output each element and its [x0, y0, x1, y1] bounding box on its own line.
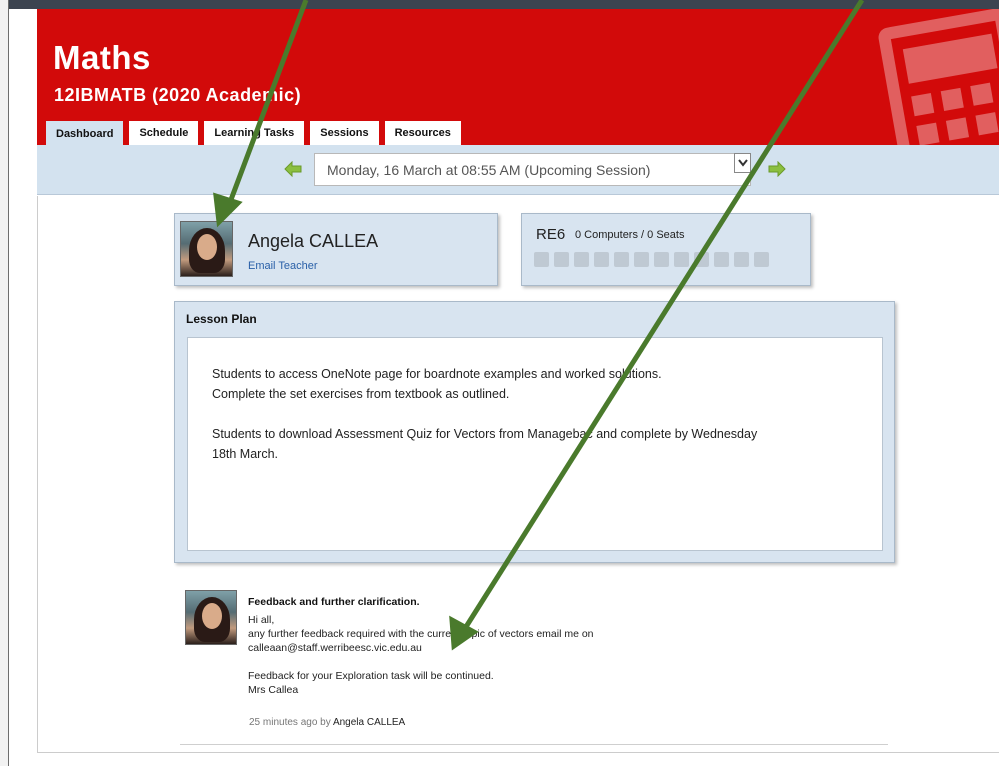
course-header: Maths 12IBMATB (2020 Academic) Dashboard…: [37, 9, 999, 145]
session-select[interactable]: Monday, 16 March at 08:55 AM (Upcoming S…: [314, 153, 751, 186]
email-teacher-link[interactable]: Email Teacher: [248, 260, 318, 272]
left-frame: [0, 0, 9, 766]
course-tabs: Dashboard Schedule Learning Tasks Sessio…: [46, 120, 461, 145]
session-nav-bar: Monday, 16 March at 08:55 AM (Upcoming S…: [37, 145, 999, 195]
camera-icon: [714, 252, 729, 267]
wheelchair-icon: [734, 252, 749, 267]
lesson-line: 18th March.: [212, 447, 279, 461]
feedback-line: [248, 655, 868, 669]
globe-icon: [634, 252, 649, 267]
feedback-line: Hi all,: [248, 614, 275, 626]
lesson-plan-panel: Lesson Plan Students to access OneNote p…: [174, 301, 895, 563]
feedback-meta: 25 minutes ago by Angela CALLEA: [249, 717, 405, 728]
author-avatar: [185, 590, 237, 645]
calculator-icon: [876, 9, 999, 145]
pen-icon: [594, 252, 609, 267]
room-code: RE6: [536, 226, 566, 243]
feedback-post: Feedback and further clarification. Hi a…: [185, 590, 890, 744]
tab-learning-tasks[interactable]: Learning Tasks: [204, 120, 305, 145]
moon-icon: [674, 252, 689, 267]
lesson-plan-heading: Lesson Plan: [186, 312, 257, 326]
teacher-card: Angela CALLEA Email Teacher: [174, 213, 498, 286]
lesson-line: Complete the set exercises from textbook…: [212, 387, 510, 401]
help-icon: [754, 252, 769, 267]
feedback-line: any further feedback required with the c…: [248, 628, 594, 640]
feedback-title: Feedback and further clarification.: [248, 596, 420, 608]
top-strip: [0, 0, 999, 9]
feedback-time: 25 minutes ago by: [249, 717, 331, 728]
lesson-plan-body: Students to access OneNote page for boar…: [187, 337, 883, 551]
projector-icon: [534, 252, 549, 267]
feedback-line: Mrs Callea: [248, 684, 299, 696]
tab-sessions[interactable]: Sessions: [310, 120, 379, 145]
feedback-text: Hi all, any further feedback required wi…: [248, 613, 868, 697]
tab-dashboard[interactable]: Dashboard: [46, 120, 124, 145]
room-card: RE6 0 Computers / 0 Seats: [521, 213, 811, 286]
facility-icons: [534, 252, 769, 267]
feedback-author[interactable]: Angela CALLEA: [333, 717, 405, 728]
divider: [180, 744, 888, 745]
course-subtitle: 12IBMATB (2020 Academic): [54, 85, 302, 105]
feedback-line: calleaan@staff.werribeesc.vic.edu.au: [248, 642, 422, 654]
chevron-down-icon[interactable]: [734, 153, 751, 173]
arrow-right-icon[interactable]: [768, 160, 786, 178]
room-capacity: 0 Computers / 0 Seats: [575, 229, 685, 241]
arrow-left-icon[interactable]: [284, 160, 302, 178]
lesson-line: Students to access OneNote page for boar…: [212, 367, 662, 381]
speaker-icon: [574, 252, 589, 267]
feedback-line: Feedback for your Exploration task will …: [248, 670, 494, 682]
teacher-name: Angela CALLEA: [248, 231, 379, 251]
bulb-icon: [554, 252, 569, 267]
teacher-avatar: [180, 221, 233, 277]
keyboard-icon: [614, 252, 629, 267]
water-icon: [654, 252, 669, 267]
course-title: Maths: [53, 39, 151, 76]
lesson-line: Students to download Assessment Quiz for…: [212, 427, 758, 441]
circle-icon: [694, 252, 709, 267]
tab-schedule[interactable]: Schedule: [129, 120, 199, 145]
tab-resources[interactable]: Resources: [384, 120, 461, 145]
